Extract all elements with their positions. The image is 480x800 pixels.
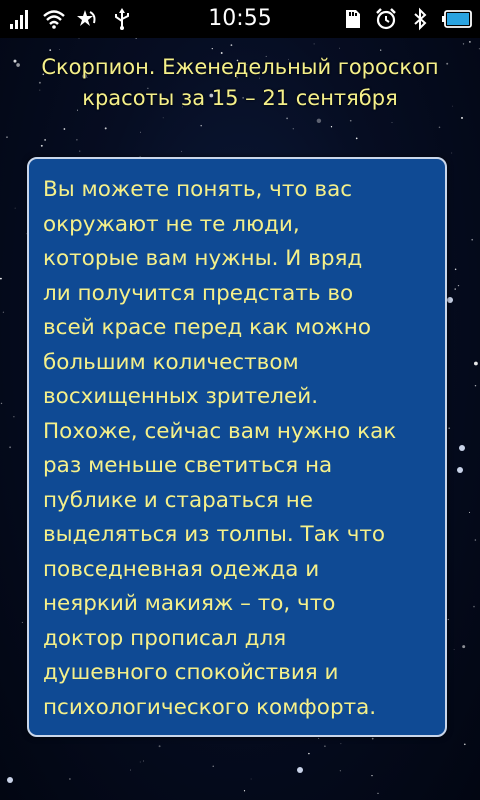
star (130, 769, 131, 771)
star (243, 790, 246, 792)
star (462, 645, 466, 649)
alarm-icon (376, 8, 396, 30)
star (49, 49, 52, 51)
star (463, 743, 466, 746)
horoscope-text-card: Вы можете понять, что вас окружают не те… (27, 157, 447, 737)
star (447, 618, 449, 621)
bright-star (457, 467, 463, 473)
star (474, 384, 477, 387)
star (448, 427, 451, 430)
star (13, 416, 15, 418)
star (453, 649, 455, 650)
star (0, 402, 3, 405)
star (318, 737, 320, 739)
sd-card-icon (346, 10, 360, 28)
star (371, 774, 373, 777)
bluetooth-icon (414, 7, 427, 31)
star (40, 144, 43, 147)
star (457, 284, 460, 287)
star (76, 139, 78, 141)
star (162, 117, 164, 119)
star (200, 124, 202, 127)
star (286, 117, 288, 120)
star (349, 119, 352, 122)
star (59, 49, 61, 50)
star (474, 361, 478, 366)
star (79, 150, 81, 152)
star (230, 44, 233, 46)
star (143, 760, 144, 762)
star (451, 152, 453, 154)
bright-star (459, 445, 465, 451)
star (380, 49, 382, 51)
star (454, 268, 457, 271)
horoscope-body-text: Вы можете понять, что вас окружают не те… (43, 177, 397, 720)
star (308, 752, 310, 755)
star (471, 238, 474, 241)
star (339, 47, 340, 49)
star (2, 311, 5, 313)
star (9, 446, 11, 449)
status-bar: 10:55 (0, 0, 480, 38)
star (158, 745, 161, 748)
star (391, 122, 393, 123)
star (461, 116, 463, 119)
star (316, 118, 322, 124)
battery-icon (442, 10, 472, 28)
bright-star (297, 767, 303, 773)
star (371, 737, 374, 740)
bright-star (447, 297, 453, 303)
star (377, 792, 379, 795)
star (473, 605, 475, 608)
star (469, 511, 471, 513)
star (78, 38, 80, 40)
star (69, 778, 71, 780)
star (212, 765, 214, 767)
star (324, 745, 326, 748)
bright-star (7, 777, 13, 783)
star (211, 48, 213, 50)
star (250, 778, 252, 780)
star (454, 288, 456, 290)
star (330, 126, 333, 128)
star (181, 150, 183, 152)
star (438, 126, 441, 129)
star (474, 539, 477, 541)
star (6, 136, 8, 138)
star (21, 621, 23, 623)
star (469, 41, 471, 43)
star (0, 277, 2, 280)
star (14, 207, 16, 209)
star (355, 137, 358, 140)
star (104, 127, 107, 130)
star (139, 761, 141, 763)
star (339, 770, 341, 772)
star (292, 128, 294, 130)
star (313, 43, 315, 45)
star (340, 743, 342, 745)
star (462, 43, 465, 45)
star (140, 131, 142, 133)
star (63, 128, 66, 130)
star (44, 139, 46, 141)
horoscope-title: Скорпион. Еженедельный гороскоп красоты … (41, 55, 439, 110)
